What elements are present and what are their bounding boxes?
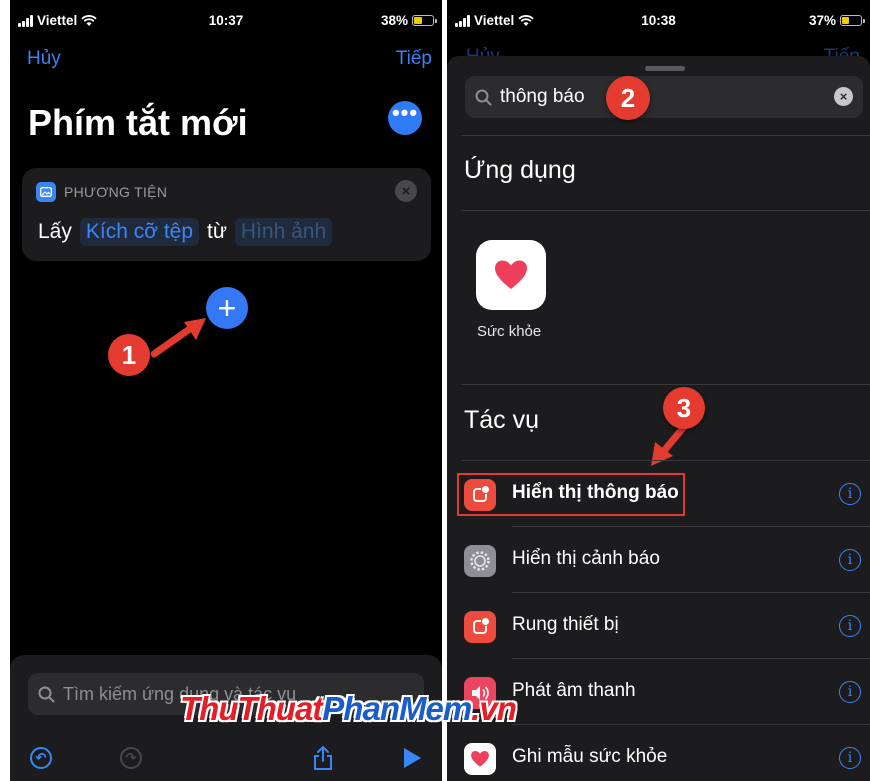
divider — [461, 210, 870, 211]
action-row[interactable]: Rung thiết bị i — [447, 593, 870, 659]
action-category: PHƯƠNG TIỆN — [64, 184, 168, 200]
battery-percent: 38% — [380, 13, 408, 28]
action-card[interactable]: PHƯƠNG TIỆN × Lấy Kích cỡ tệp từ Hình ản… — [22, 168, 431, 261]
search-icon — [38, 686, 55, 702]
callout-marker-3: 3 — [663, 387, 705, 429]
screenshot-canvas: Viettel 10:37 38% Hủy Tiếp Phím tắt mới … — [0, 0, 870, 781]
watermark-part: ThuThuat — [180, 690, 323, 727]
undo-button[interactable]: ↶ — [26, 743, 56, 773]
info-icon[interactable]: i — [839, 549, 861, 571]
undo-icon: ↶ — [30, 747, 52, 769]
action-sentence: Lấy Kích cỡ tệp từ Hình ảnh — [38, 218, 333, 246]
cancel-button[interactable]: Hủy — [27, 48, 61, 70]
callout-arrow-icon — [150, 318, 206, 358]
divider — [461, 135, 870, 136]
app-label-health: Sức khỏe — [477, 323, 542, 340]
info-icon[interactable]: i — [839, 747, 861, 769]
action-label: Ghi mẫu sức khỏe — [512, 746, 668, 767]
redo-icon: ↷ — [120, 747, 142, 769]
battery-percent: 37% — [808, 13, 836, 28]
left-phone-screen: Viettel 10:37 38% Hủy Tiếp Phím tắt mới … — [10, 0, 442, 781]
action-label: Rung thiết bị — [512, 614, 619, 635]
heart-icon — [495, 260, 527, 289]
heart-icon — [464, 743, 496, 775]
battery-icon — [412, 15, 437, 26]
search-value: thông báo — [500, 86, 585, 107]
status-bar: Viettel 10:38 37% — [447, 12, 870, 32]
action-label: Hiển thị cảnh báo — [512, 548, 660, 569]
clock: 10:38 — [641, 13, 676, 28]
divider — [461, 384, 870, 385]
callout-marker-2: 2 — [606, 76, 650, 120]
share-icon — [314, 745, 332, 770]
info-icon[interactable]: i — [839, 681, 861, 703]
battery-icon — [840, 15, 865, 26]
notification-icon — [464, 611, 496, 643]
info-icon[interactable]: i — [839, 483, 861, 505]
callout-marker-1: 1 — [108, 334, 150, 376]
right-phone-screen: Viettel 10:38 37% Hủy Tiếp thông báo × 2… — [447, 0, 870, 781]
highlight-box — [457, 473, 685, 516]
battery-group: 37% — [808, 13, 865, 28]
action-source-token[interactable]: Hình ảnh — [234, 218, 333, 246]
app-tile-health[interactable] — [476, 240, 546, 310]
status-bar: Viettel 10:37 38% — [10, 12, 442, 32]
watermark-part: .vn — [471, 690, 517, 727]
ellipsis-icon: ••• — [391, 100, 419, 125]
settings-gear-icon — [464, 545, 496, 577]
page-title: Phím tắt mới — [28, 102, 248, 143]
more-options-button[interactable]: ••• — [388, 100, 422, 135]
share-button[interactable] — [308, 743, 338, 773]
battery-fill — [414, 17, 422, 24]
play-icon — [404, 748, 421, 768]
plus-icon: + — [217, 290, 237, 326]
clear-search-icon[interactable]: × — [834, 87, 853, 106]
next-button[interactable]: Tiếp — [396, 48, 432, 70]
redo-button[interactable]: ↷ — [116, 743, 146, 773]
action-row[interactable]: Ghi mẫu sức khỏe i — [447, 725, 870, 781]
action-search-input[interactable]: thông báo × — [465, 76, 863, 118]
run-button[interactable] — [397, 743, 427, 773]
actions-section-title: Tác vụ — [464, 406, 540, 434]
battery-fill — [842, 17, 850, 24]
apps-section-title: Ứng dụng — [464, 156, 576, 184]
watermark-logo: ThuThuatPhanMem.vn — [180, 690, 517, 728]
action-param-token[interactable]: Kích cỡ tệp — [79, 218, 200, 246]
watermark-part: PhanMem — [322, 690, 472, 727]
action-label: Phát âm thanh — [512, 680, 636, 701]
clock: 10:37 — [208, 13, 244, 28]
action-card-header: PHƯƠNG TIỆN — [36, 182, 167, 202]
battery-group: 38% — [380, 13, 437, 28]
info-icon[interactable]: i — [839, 615, 861, 637]
close-icon[interactable]: × — [395, 180, 417, 202]
search-icon — [475, 89, 492, 105]
photo-icon — [36, 182, 56, 202]
action-row[interactable]: Hiển thị cảnh báo i — [447, 527, 870, 593]
action-verb: Lấy — [38, 220, 72, 243]
sheet-grabber[interactable] — [645, 66, 685, 71]
action-connector: từ — [207, 220, 227, 243]
